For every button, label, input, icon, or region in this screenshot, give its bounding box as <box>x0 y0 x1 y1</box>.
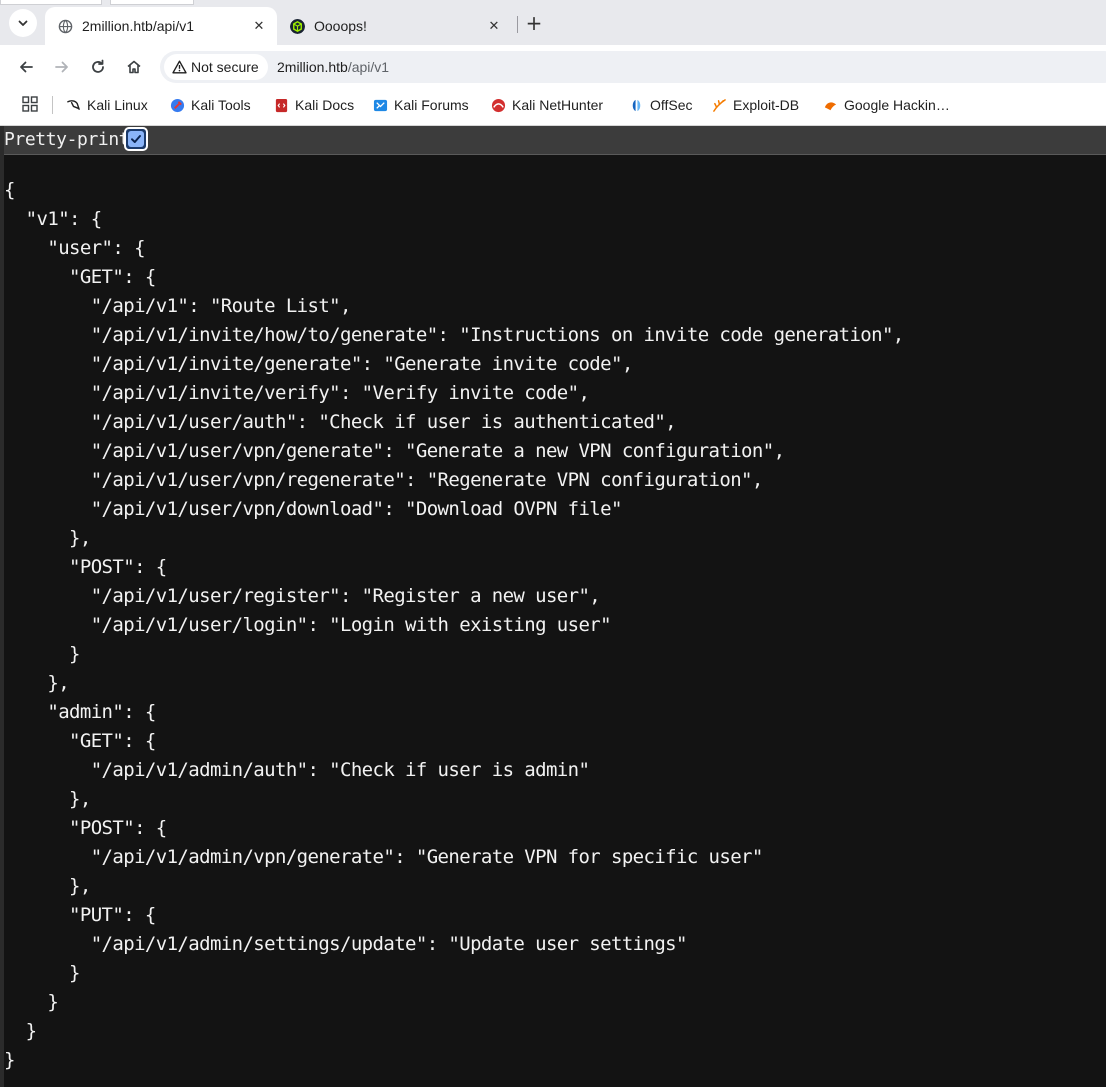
json-content: { "v1": { "user": { "GET": { "/api/v1": … <box>4 176 904 1075</box>
bookmark-kali-tools[interactable]: Kali Tools <box>170 94 251 116</box>
tab-separator <box>517 16 518 33</box>
htb-cube-icon <box>290 18 305 34</box>
tab-search-button[interactable] <box>9 9 37 37</box>
bookmark-label: Kali Docs <box>295 97 355 113</box>
bookmark-kali-forums[interactable]: Kali Forums <box>373 94 469 116</box>
bookmark-offsec[interactable]: OffSec <box>629 94 693 116</box>
json-line: "user": { <box>4 237 145 259</box>
bookmark-label: Kali Tools <box>191 97 251 113</box>
browser-chrome: 2million.htb/api/v1 ✕ Oooops! ✕ + Not se… <box>0 0 1106 126</box>
json-line: "/api/v1/user/vpn/download": "Download O… <box>4 498 623 520</box>
json-line: "/api/v1/user/login": "Login with existi… <box>4 614 612 636</box>
json-line: "/api/v1/admin/settings/update": "Update… <box>4 933 688 955</box>
json-line: } <box>4 962 80 984</box>
json-line: "POST": { <box>4 817 167 839</box>
bookmark-google-hacking[interactable]: Google Hackin… <box>823 94 950 116</box>
bookmark-label: OffSec <box>650 97 693 113</box>
pretty-print-checkbox[interactable] <box>124 127 148 151</box>
json-line: "GET": { <box>4 266 156 288</box>
url-text[interactable]: 2million.htb/api/v1 <box>277 59 389 75</box>
json-line: "/api/v1/admin/auth": "Check if user is … <box>4 759 590 781</box>
json-line: "/api/v1/user/register": "Register a new… <box>4 585 601 607</box>
json-line: "/api/v1": "Route List", <box>4 295 352 317</box>
json-line: "PUT": { <box>4 904 156 926</box>
pinned-tab-stub[interactable] <box>110 0 194 5</box>
json-line: "GET": { <box>4 730 156 752</box>
json-line: "/api/v1/user/vpn/regenerate": "Regenera… <box>4 469 764 491</box>
json-line: "/api/v1/user/auth": "Check if user is a… <box>4 411 677 433</box>
close-icon[interactable]: ✕ <box>249 16 269 36</box>
bookmark-kali-nethunter[interactable]: Kali NetHunter <box>491 94 603 116</box>
json-line: } <box>4 991 59 1013</box>
pinned-tab-stub[interactable] <box>0 0 102 5</box>
bookmarks-bar: Kali Linux Kali Tools Kali Docs Kali For… <box>0 89 1106 126</box>
bookmarks-divider <box>52 96 53 114</box>
json-line: }, <box>4 788 91 810</box>
offsec-icon <box>632 99 641 111</box>
bookmark-kali-docs[interactable]: Kali Docs <box>274 94 354 116</box>
globe-icon <box>58 19 73 33</box>
bookmark-label: Kali Linux <box>87 97 148 113</box>
kali-docs-icon <box>275 98 288 112</box>
kali-nethunter-icon <box>491 98 506 112</box>
json-line: } <box>4 1049 15 1071</box>
plus-icon: + <box>525 11 543 35</box>
tab-title: Oooops! <box>314 18 367 34</box>
chevron-down-icon <box>18 20 28 26</box>
json-line: } <box>4 1020 37 1042</box>
tab-inactive[interactable]: Oooops! ✕ <box>280 7 512 45</box>
exploit-db-icon <box>713 98 726 112</box>
new-tab-button[interactable]: + <box>522 11 546 35</box>
bookmark-label: Google Hackin… <box>844 97 950 113</box>
security-label: Not secure <box>191 59 259 75</box>
bookmark-label: Exploit-DB <box>733 97 800 113</box>
json-line: "/api/v1/user/vpn/generate": "Generate a… <box>4 440 785 462</box>
arrow-left-icon <box>20 61 33 73</box>
json-line: { <box>4 179 15 201</box>
close-icon[interactable]: ✕ <box>484 16 504 36</box>
reload-button[interactable] <box>86 55 110 79</box>
kali-tools-icon <box>170 98 185 112</box>
json-line: "v1": { <box>4 208 102 230</box>
json-line: "POST": { <box>4 556 167 578</box>
url-host: 2million.htb <box>277 59 348 75</box>
url-path: /api/v1 <box>347 59 390 75</box>
json-line: "/api/v1/invite/generate": "Generate inv… <box>4 353 634 375</box>
json-line: "/api/v1/admin/vpn/generate": "Generate … <box>4 846 764 868</box>
json-viewer-page: Pretty-print { "v1": { "user": { "GET": … <box>0 126 1106 1087</box>
bookmark-label: Kali Forums <box>394 97 469 113</box>
checkmark-icon <box>131 135 141 143</box>
bookmark-label: Kali NetHunter <box>512 97 604 113</box>
json-line: } <box>4 643 80 665</box>
warning-triangle-icon <box>172 60 187 74</box>
ghdb-icon <box>824 101 837 110</box>
json-line: "/api/v1/invite/verify": "Verify invite … <box>4 382 590 404</box>
tab-title: 2million.htb/api/v1 <box>82 18 195 34</box>
security-chip[interactable]: Not secure <box>164 54 268 80</box>
apps-grid-icon[interactable] <box>22 96 38 112</box>
bookmark-kali-linux[interactable]: Kali Linux <box>66 94 148 116</box>
json-line: }, <box>4 875 91 897</box>
pretty-print-label: Pretty-print <box>4 129 130 150</box>
checkbox-fill <box>128 131 144 147</box>
forward-button[interactable] <box>50 55 74 79</box>
bookmark-exploit-db[interactable]: Exploit-DB <box>712 94 799 116</box>
pretty-print-bar: Pretty-print <box>4 126 1106 155</box>
reload-icon <box>92 59 104 73</box>
json-line: "admin": { <box>4 701 156 723</box>
toolbar: Not secure 2million.htb/api/v1 <box>0 45 1106 89</box>
kali-forums-icon <box>373 99 388 111</box>
tab-active[interactable]: 2million.htb/api/v1 ✕ <box>45 7 277 45</box>
home-icon <box>127 60 141 74</box>
json-line: }, <box>4 672 70 694</box>
json-line: }, <box>4 527 91 549</box>
json-line: "/api/v1/invite/how/to/generate": "Instr… <box>4 324 905 346</box>
home-button[interactable] <box>122 55 146 79</box>
back-button[interactable] <box>14 55 38 79</box>
arrow-right-icon <box>55 61 68 73</box>
kali-dragon-icon <box>67 99 80 110</box>
tab-strip: 2million.htb/api/v1 ✕ Oooops! ✕ + <box>0 0 1106 45</box>
address-bar[interactable]: Not secure 2million.htb/api/v1 <box>160 51 1106 83</box>
